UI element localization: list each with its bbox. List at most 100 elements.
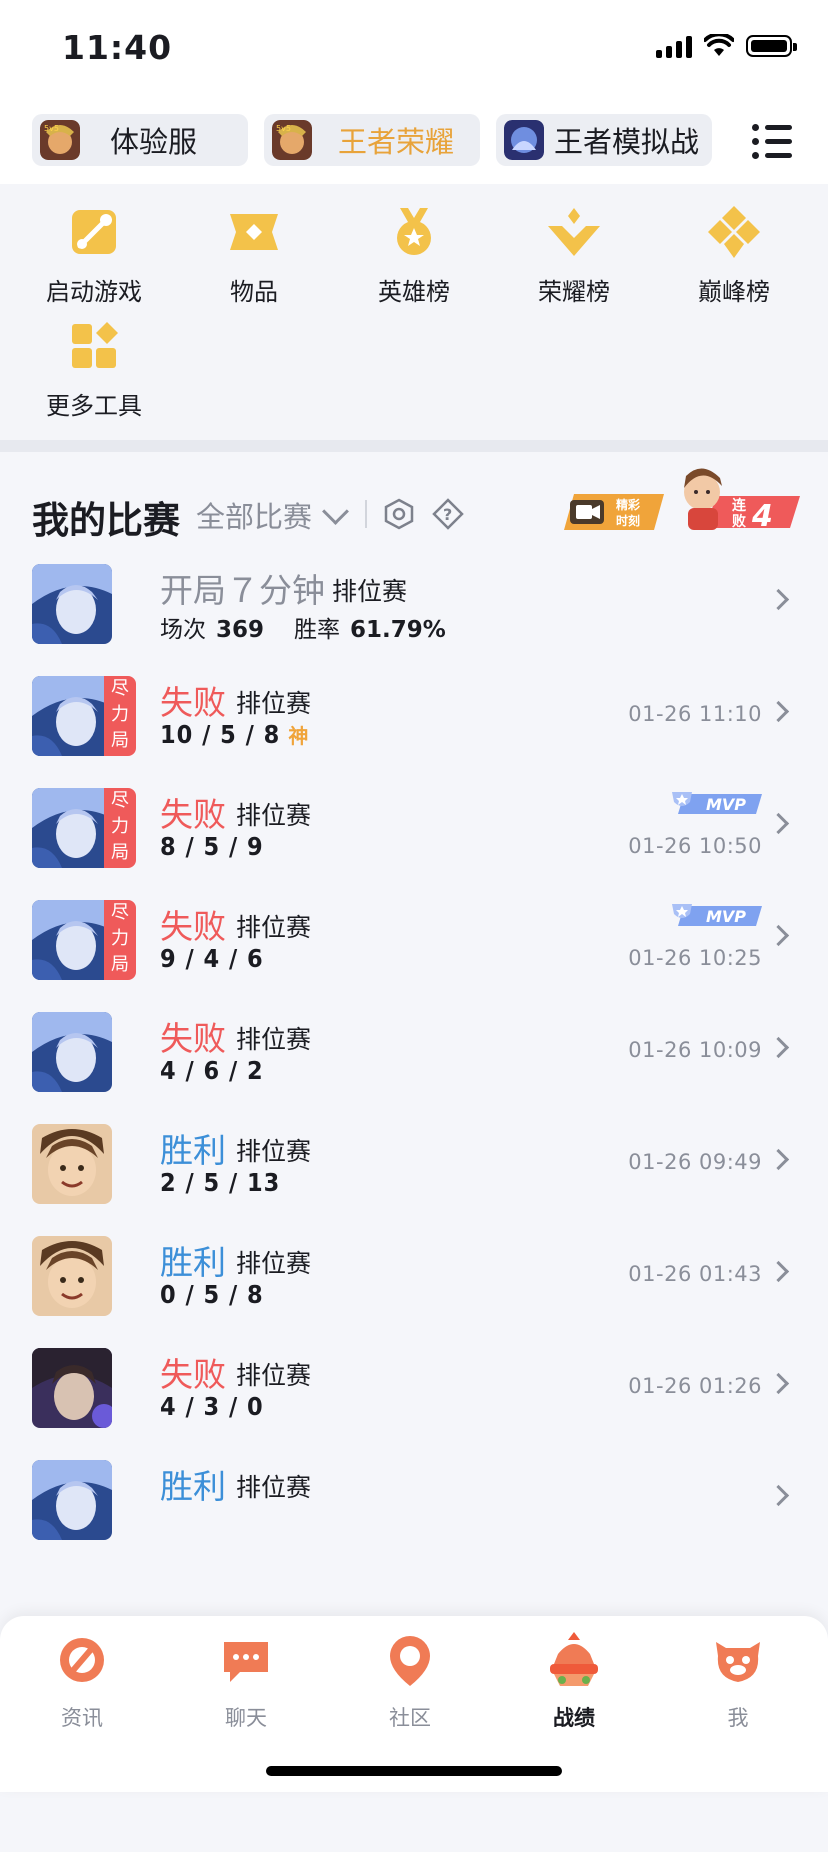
match-filter-dropdown[interactable]: 全部比赛 [196,494,312,536]
full-effort-tag: 尽力局 [104,676,136,756]
match-row[interactable]: 胜利 排位赛 2 / 5 / 13 01-26 09:49 [0,1112,828,1240]
match-row[interactable]: 失败 排位赛 4 / 3 / 0 01-26 01:26 [0,1336,828,1464]
match-row[interactable]: 尽力局失败 排位赛 8 / 5 / 9 MVP 01-26 10:50 [0,776,828,904]
tool-label: 启动游戏 [46,278,142,306]
kda-value: 2 / 5 / 13 [160,1168,281,1197]
match-type: 排位赛 [236,913,312,942]
game-icon-auto-chess [504,120,544,160]
chevron-right-icon [767,1036,790,1059]
tab-records[interactable]: 战绩 [514,1630,634,1732]
match-kda: 2 / 5 / 13 [160,1168,280,1197]
match-result: 失败 [160,907,226,946]
tab-chat[interactable]: 聊天 [186,1630,306,1732]
losing-streak-badge[interactable]: 连 败 4 [680,462,800,532]
tool-peak-rank[interactable]: 巅峰榜 [664,204,804,307]
news-icon [60,1638,104,1682]
match-row[interactable]: 胜利 排位赛 [0,1448,828,1576]
game-tab-honor-of-kings[interactable]: 5v5 王者荣耀 [264,114,480,166]
mvp-badge: MVP [672,904,762,926]
tool-more-tools[interactable]: 更多工具 [24,318,164,421]
home-indicator [266,1766,562,1776]
glory-rank-icon [548,208,600,256]
chevron-right-icon [767,588,790,611]
svg-text:?: ? [443,505,452,524]
hero-summary-title: 开局７分钟 [160,571,325,610]
tools-grid: 启动游戏 物品 英雄榜 荣耀榜 巅峰榜 更多工具 [0,184,828,440]
full-effort-tag: 尽力局 [104,900,136,980]
me-icon [716,1642,760,1682]
hero-avatar [32,676,112,756]
chevron-right-icon [767,1372,790,1395]
status-time: 11:40 [62,28,173,67]
tab-me[interactable]: 我 [678,1630,798,1732]
match-type: 排位赛 [236,1137,312,1166]
tab-label: 聊天 [225,1706,267,1730]
match-type: 排位赛 [236,1249,312,1278]
streak-text-bottom: 败 [732,513,747,530]
tool-label: 荣耀榜 [538,278,610,306]
wifi-icon [704,34,734,56]
tool-label: 更多工具 [46,392,142,420]
game-tab-label: 体验服 [110,125,198,159]
match-result: 失败 [160,683,226,722]
match-kda: 4 / 3 / 0 [160,1392,264,1421]
chevron-right-icon [767,924,790,947]
game-switcher: 5v5 体验服 5v5 王者荣耀 王者模拟战 [0,100,828,184]
match-row[interactable]: 尽力局失败 排位赛 9 / 4 / 6 MVP 01-26 10:25 [0,888,828,1016]
separator [365,500,367,528]
game-tab-experience[interactable]: 5v5 体验服 [32,114,248,166]
tab-label: 资讯 [61,1706,103,1730]
kda-value: 4 / 3 / 0 [160,1392,264,1421]
match-type: 排位赛 [236,1025,312,1054]
mvp-label: MVP [706,907,746,926]
match-time: 01-26 09:49 [628,1150,762,1174]
tab-label: 我 [727,1706,749,1730]
tool-hero-rank[interactable]: 英雄榜 [344,204,484,307]
menu-list-icon[interactable] [752,122,792,159]
match-type: 排位赛 [236,689,312,718]
status-icons [656,34,797,58]
streak-count: 4 [751,499,773,532]
question-diamond-icon[interactable]: ? [432,498,464,530]
game-tab-auto-chess[interactable]: 王者模拟战 [496,114,712,166]
hero-summary-row[interactable]: 开局７分钟 排位赛 场次 369 胜率 61.79% [0,552,828,680]
match-kda: 9 / 4 / 6 [160,944,264,973]
tool-label: 物品 [230,278,278,306]
status-bar: 11:40 [0,0,828,100]
svg-text:5v5: 5v5 [276,124,291,133]
tab-news[interactable]: 资讯 [22,1630,142,1732]
chevron-right-icon [767,1260,790,1283]
tool-glory-rank[interactable]: 荣耀榜 [504,204,644,307]
section-divider [0,440,828,452]
match-kda: 0 / 5 / 8 [160,1280,264,1309]
full-effort-tag: 尽力局 [104,788,136,868]
winrate-label: 胜率 [294,617,341,643]
highlight-moments-badge[interactable]: 精彩 时刻 [564,494,664,530]
full-effort-tag-char: 局 [111,954,129,975]
match-kda: 8 / 5 / 9 [160,832,264,861]
chevron-right-icon [767,1148,790,1171]
match-time: 01-26 01:26 [628,1374,762,1398]
match-type: 排位赛 [236,1361,312,1390]
hexagon-filter-icon[interactable] [384,498,414,530]
match-row[interactable]: 胜利 排位赛 0 / 5 / 8 01-26 01:43 [0,1224,828,1352]
match-kda: 4 / 6 / 2 [160,1056,264,1085]
godlike-badge: 神 [288,724,310,748]
match-row[interactable]: 尽力局失败 排位赛 10 / 5 / 8 神 01-26 11:10 [0,664,828,792]
chevron-right-icon [767,700,790,723]
chevron-down-icon[interactable] [322,498,349,525]
mvp-badge: MVP [672,792,762,814]
tool-label: 巅峰榜 [698,278,770,306]
match-time: 01-26 10:25 [628,946,762,970]
tool-launch-game[interactable]: 启动游戏 [24,204,164,307]
full-effort-tag-char: 尽 [111,902,129,923]
section-title: 我的比赛 [32,499,180,542]
chat-icon [224,1642,268,1682]
tool-items[interactable]: 物品 [184,204,324,307]
match-result: 失败 [160,1019,226,1058]
mvp-label: MVP [706,795,746,814]
tab-community[interactable]: 社区 [350,1630,470,1732]
full-effort-tag-char: 尽 [111,790,129,811]
kda-value: 0 / 5 / 8 [160,1280,264,1309]
match-row[interactable]: 失败 排位赛 4 / 6 / 2 01-26 10:09 [0,1000,828,1128]
